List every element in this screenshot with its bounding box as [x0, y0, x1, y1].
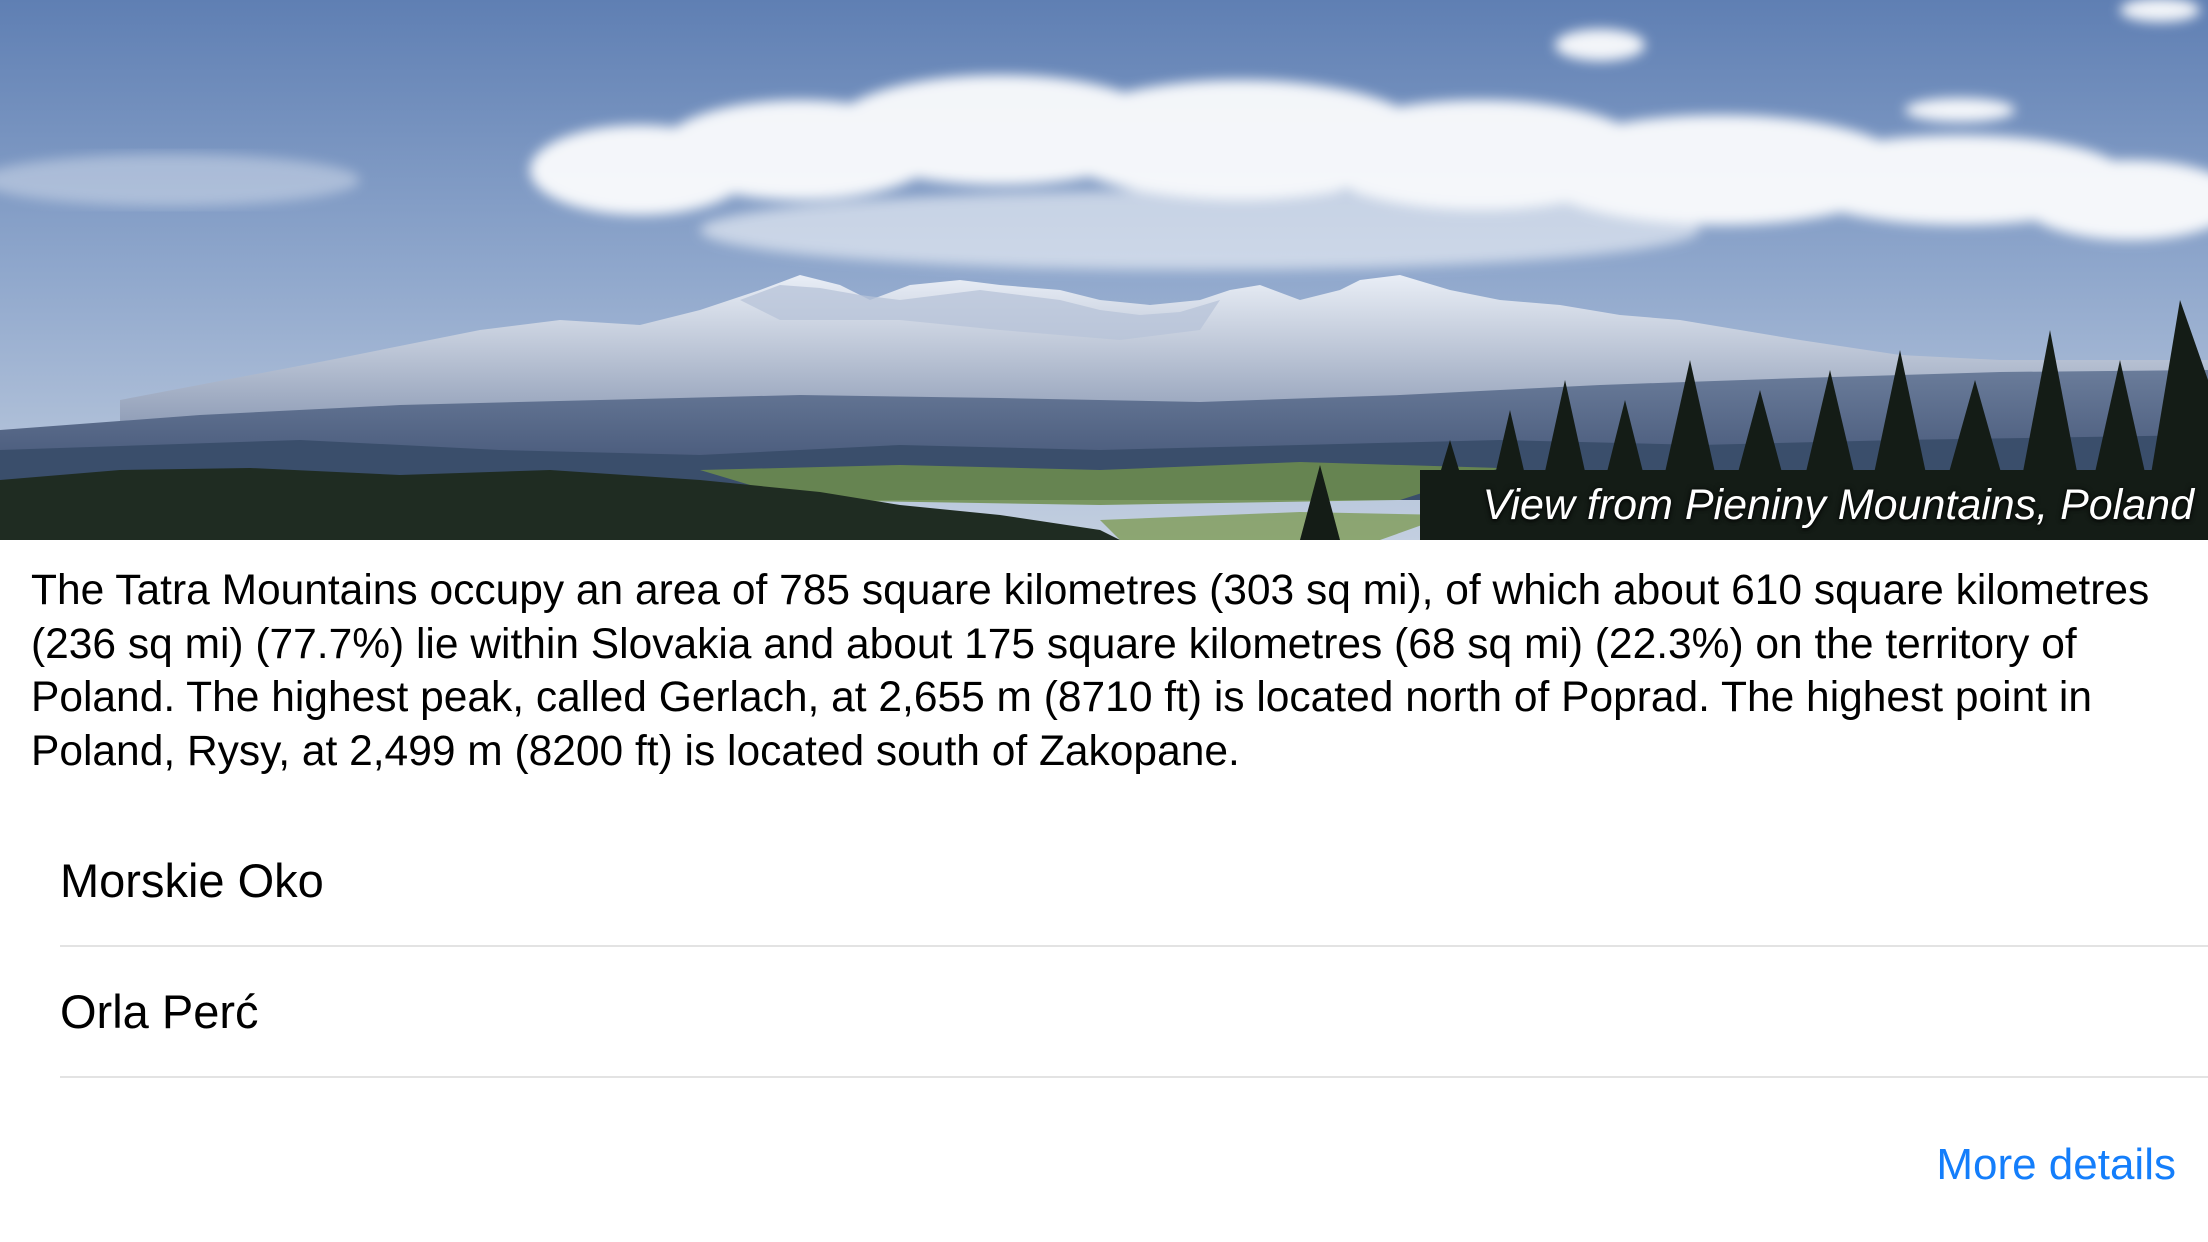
list-item-morskie-oko[interactable]: Morskie Oko	[60, 816, 2208, 947]
description-text: The Tatra Mountains occupy an area of 78…	[31, 567, 2150, 775]
places-list: Morskie Oko Orla Perć	[60, 816, 2208, 1078]
list-item-label: Orla Perć	[60, 985, 259, 1038]
photo-caption: View from Pieniny Mountains, Poland	[1482, 481, 2194, 529]
list-item-label: Morskie Oko	[60, 854, 324, 907]
mountain-landscape-image	[0, 0, 2208, 540]
list-item-orla-perc[interactable]: Orla Perć	[60, 947, 2208, 1078]
hero-photo: View from Pieniny Mountains, Poland	[0, 0, 2208, 540]
more-details-link[interactable]: More details	[1936, 1140, 2176, 1190]
